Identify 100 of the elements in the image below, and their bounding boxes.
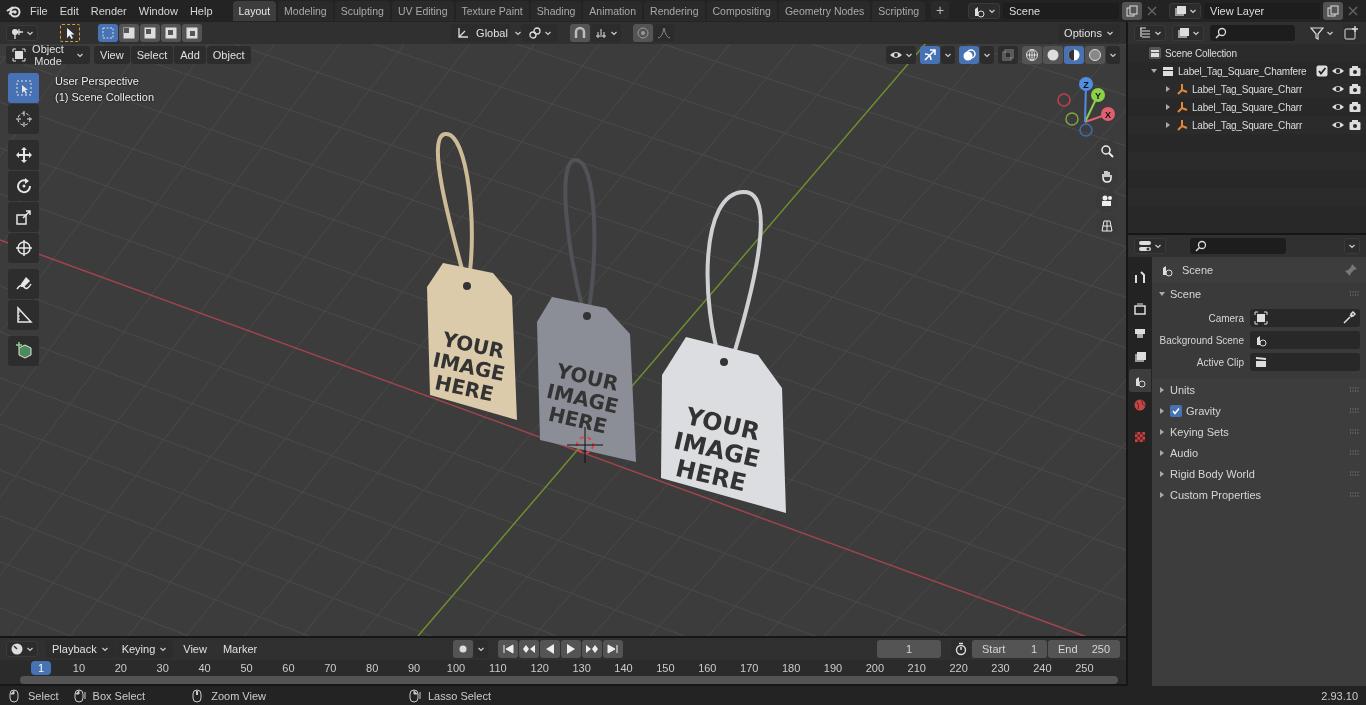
shading-mode-button[interactable] — [1043, 46, 1063, 64]
outliner-item[interactable]: Scene Collection — [1165, 47, 1362, 59]
editor-type-button[interactable] — [6, 25, 38, 41]
record-button[interactable] — [453, 640, 473, 658]
end-frame-field[interactable]: End 250 — [1048, 640, 1120, 658]
timeline-menu[interactable]: Marker — [216, 640, 264, 658]
shading-mode-button[interactable] — [1064, 46, 1084, 64]
scene-name-field[interactable]: Scene — [1003, 3, 1119, 19]
falloff-dropdown[interactable] — [654, 24, 675, 42]
options-dropdown[interactable]: Options — [1058, 24, 1120, 42]
navigation-gizmo[interactable] — [1057, 77, 1115, 137]
outliner-item[interactable]: Label_Tag_Square_Charr — [1192, 101, 1328, 113]
workspace-tab[interactable]: Geometry Nodes — [778, 1, 871, 21]
outliner-item[interactable]: Label_Tag_Square_Charr — [1192, 119, 1328, 131]
viewport-menu[interactable]: Select — [130, 46, 174, 64]
dropdown-button[interactable] — [1106, 46, 1120, 64]
panel-title[interactable]: Audio — [1170, 446, 1199, 459]
add-workspace-button[interactable]: + — [931, 1, 950, 19]
workspace-tab[interactable]: Compositing — [706, 1, 777, 21]
copy-button[interactable] — [1122, 2, 1142, 20]
tool-button[interactable] — [8, 233, 39, 263]
current-frame-field[interactable]: 1 — [877, 640, 941, 658]
workspace-tab[interactable]: Sculpting — [334, 1, 390, 21]
menu-item[interactable]: File — [24, 1, 54, 21]
panel-title[interactable]: Rigid Body World — [1170, 467, 1255, 480]
checkbox[interactable] — [1170, 404, 1182, 417]
previous-keyframe-button[interactable] — [519, 640, 539, 658]
viewport-toggle[interactable] — [998, 46, 1018, 64]
timeline-menu[interactable]: Playback — [46, 640, 115, 658]
timeline-menu[interactable]: Keying — [115, 640, 174, 658]
disclosure-triangle-icon[interactable] — [1158, 490, 1166, 499]
search-field[interactable] — [1210, 25, 1295, 41]
selection-mode-button[interactable] — [119, 24, 139, 42]
panel-title[interactable]: Scene — [1170, 287, 1202, 300]
display-mode-button[interactable] — [1172, 25, 1204, 41]
viewport-menu[interactable]: Object — [206, 46, 251, 64]
viewport-toggle[interactable] — [920, 46, 940, 64]
snap-toggle[interactable] — [570, 24, 591, 42]
workspace-tab[interactable]: Layout — [232, 1, 277, 21]
disclosure-triangle-icon[interactable] — [1158, 289, 1166, 298]
visibility-dropdown[interactable] — [886, 46, 916, 64]
view-layer-selector[interactable] — [1169, 3, 1201, 19]
workspace-tab[interactable]: Animation — [583, 1, 643, 21]
dropdown-button[interactable] — [941, 46, 955, 64]
menu-item[interactable]: Edit — [53, 1, 85, 21]
workspace-tab[interactable]: Rendering — [644, 1, 705, 21]
property-field[interactable] — [1250, 309, 1360, 327]
properties-tab[interactable] — [1129, 369, 1151, 392]
copy-button[interactable] — [1323, 2, 1343, 20]
viewport-menu[interactable]: Add — [174, 46, 206, 64]
selection-mode-button[interactable] — [140, 24, 160, 42]
jump-end-button[interactable] — [603, 640, 623, 658]
next-keyframe-button[interactable] — [582, 640, 602, 658]
stopwatch-button[interactable] — [951, 640, 971, 658]
panel-title[interactable]: Gravity — [1186, 404, 1221, 417]
shading-mode-button[interactable] — [1022, 46, 1042, 64]
tool-button[interactable] — [8, 140, 39, 170]
mode-dropdown[interactable]: Object Mode — [6, 46, 90, 64]
workspace-tab[interactable]: Modeling — [278, 1, 333, 21]
disclosure-triangle-icon[interactable] — [1158, 427, 1166, 436]
panel-title[interactable]: Units — [1170, 383, 1196, 396]
tool-button[interactable] — [8, 269, 39, 299]
tool-button[interactable] — [8, 104, 39, 134]
outliner-item[interactable]: Label_Tag_Square_Chamfere — [1178, 65, 1313, 77]
timeline-menu[interactable]: View — [177, 640, 213, 658]
menu-item[interactable]: Window — [132, 1, 184, 21]
disclosure-triangle-icon[interactable] — [1158, 448, 1166, 457]
workspace-tab[interactable]: UV Editing — [391, 1, 454, 21]
outliner-item[interactable]: Label_Tag_Square_Charr — [1192, 83, 1328, 95]
menu-item[interactable]: Help — [183, 1, 219, 21]
disclosure-triangle-icon[interactable] — [1158, 469, 1166, 478]
panel-title[interactable]: Custom Properties — [1170, 488, 1262, 501]
play-reverse-button[interactable] — [540, 640, 560, 658]
scene-selector[interactable] — [968, 3, 1000, 19]
play-button[interactable] — [561, 640, 581, 658]
checkbox[interactable] — [1316, 65, 1328, 77]
disclosure-triangle-icon[interactable] — [1158, 385, 1166, 394]
proportional-edit-toggle[interactable] — [633, 24, 654, 42]
selection-mode-button[interactable] — [161, 24, 181, 42]
disclosure-triangle-icon[interactable] — [1150, 67, 1158, 75]
view-layer-field[interactable]: View Layer — [1204, 3, 1320, 19]
property-field[interactable] — [1250, 331, 1360, 349]
editor-type-button[interactable] — [1134, 238, 1166, 254]
disclosure-triangle-icon[interactable] — [1158, 406, 1166, 415]
options-dropdown[interactable] — [1344, 238, 1360, 254]
dropdown-button[interactable] — [474, 640, 488, 658]
selection-mode-button[interactable] — [182, 24, 202, 42]
pivot-dropdown[interactable] — [522, 24, 559, 42]
snap-dropdown[interactable] — [591, 24, 622, 42]
viewport-menu[interactable]: View — [94, 46, 130, 64]
dropdown-button[interactable] — [980, 46, 994, 64]
selection-mode-button[interactable] — [98, 24, 118, 42]
disclosure-triangle-icon[interactable] — [1164, 85, 1172, 93]
start-frame-field[interactable]: Start 1 — [972, 640, 1047, 658]
tool-button[interactable] — [8, 300, 39, 330]
workspace-tab[interactable]: Scripting — [872, 1, 926, 21]
tool-button[interactable] — [60, 24, 80, 42]
tool-button[interactable] — [8, 171, 39, 201]
editor-type-button[interactable] — [1134, 25, 1166, 41]
tool-button[interactable] — [8, 202, 39, 232]
